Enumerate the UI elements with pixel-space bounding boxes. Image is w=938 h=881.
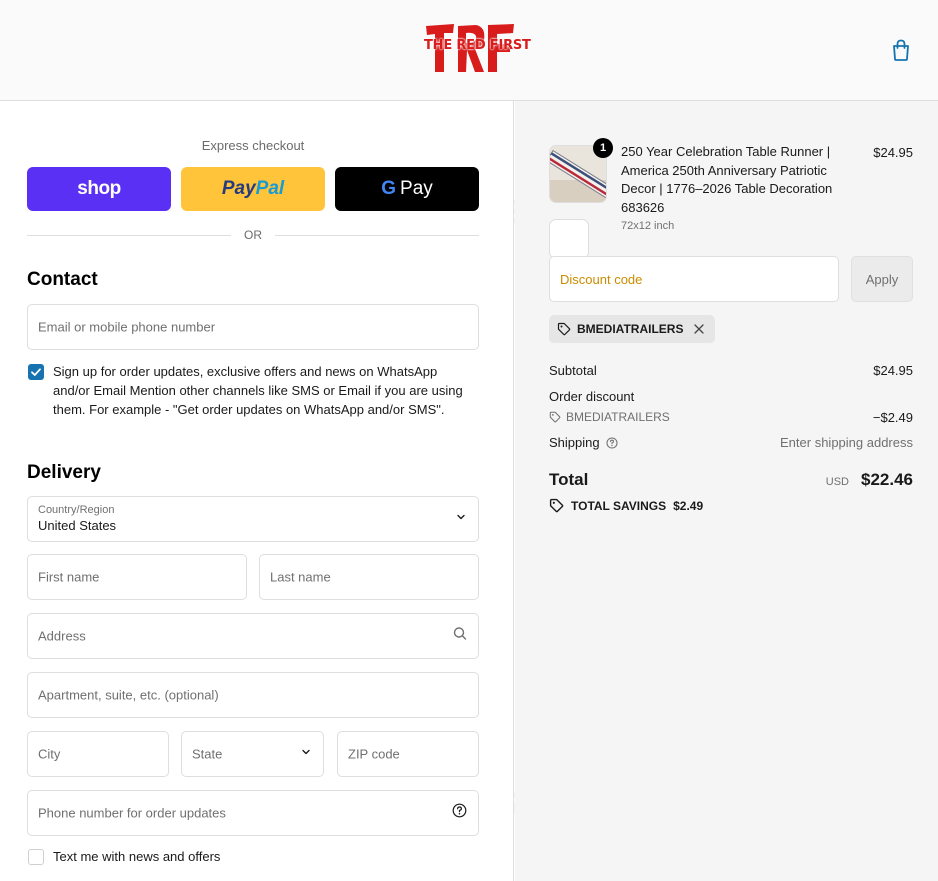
zip-field[interactable]: ZIP code: [337, 731, 479, 777]
shipping-row: Shipping Enter shipping address: [549, 435, 913, 450]
city-placeholder: City: [38, 746, 61, 762]
savings-value: $2.49: [673, 498, 704, 513]
tag-icon: [549, 498, 564, 513]
zip-placeholder: ZIP code: [348, 746, 400, 762]
text-me-label: Text me with news and offers: [53, 849, 221, 864]
product-variant: 72x12 inch: [621, 220, 675, 232]
phone-field[interactable]: Phone number for order updates: [27, 790, 479, 836]
tag-icon: [557, 322, 571, 336]
help-icon[interactable]: [452, 803, 467, 823]
email-field[interactable]: Email or mobile phone number: [27, 304, 479, 350]
help-icon[interactable]: [606, 436, 618, 449]
paypal-label-2: Pal: [255, 178, 285, 199]
or-divider: OR: [27, 228, 479, 242]
email-placeholder: Email or mobile phone number: [38, 319, 216, 335]
address-field[interactable]: Address: [27, 613, 479, 659]
chevron-down-icon: [300, 745, 312, 763]
site-header: THE RED FIRST: [0, 0, 938, 101]
shipping-value: Enter shipping address: [780, 435, 913, 450]
signup-label: Sign up for order updates, exclusive off…: [53, 364, 463, 417]
state-select[interactable]: State: [181, 731, 324, 777]
chevron-down-icon: [455, 510, 467, 528]
express-checkout-title: Express checkout: [201, 138, 305, 153]
checkout-form: Express checkout shop Pay Pal G Pay OR Co…: [0, 101, 514, 881]
paypal-label-1: Pay: [221, 178, 256, 199]
apartment-placeholder: Apartment, suite, etc. (optional): [38, 687, 219, 703]
total-value: $22.46: [861, 470, 913, 489]
apply-button[interactable]: Apply: [851, 256, 913, 302]
subtotal-value: $24.95: [873, 363, 913, 378]
applied-code-chip: BMEDIATRAILERS: [549, 315, 716, 343]
product-price: $24.95: [873, 145, 913, 160]
last-name-placeholder: Last name: [270, 569, 331, 585]
store-logo[interactable]: THE RED FIRST: [424, 20, 531, 76]
subtotal-label: Subtotal: [549, 363, 597, 378]
total-label: Total: [549, 470, 589, 489]
google-g-icon: G: [381, 178, 397, 199]
subtotal-row: Subtotal $24.95: [549, 363, 913, 378]
total-row: Total USD $22.46: [549, 470, 913, 490]
order-discount-row: Order discount: [549, 389, 913, 404]
discount-code-field[interactable]: Discount code: [549, 256, 839, 302]
product-thumbnail-secondary: [549, 219, 589, 259]
logo-text: THE RED FIRST: [424, 38, 531, 53]
apartment-field[interactable]: Apartment, suite, etc. (optional): [27, 672, 479, 718]
savings-label: TOTAL SAVINGS: [571, 498, 667, 513]
last-name-field[interactable]: Last name: [259, 554, 479, 600]
total-savings: TOTAL SAVINGS $2.49: [549, 498, 703, 513]
address-placeholder: Address: [38, 628, 86, 644]
shop-pay-button[interactable]: shop: [27, 167, 171, 211]
shipping-label: Shipping: [549, 435, 600, 450]
paypal-button[interactable]: Pay Pal: [181, 167, 325, 211]
country-select[interactable]: Country/Region United States: [27, 496, 479, 542]
product-title: 250 Year Celebration Table Runner | Amer…: [621, 144, 833, 215]
order-summary: 1 250 Year Celebration Table Runner | Am…: [515, 101, 938, 881]
phone-placeholder: Phone number for order updates: [38, 805, 226, 821]
discount-code-label: BMEDIATRAILERS: [566, 410, 670, 424]
signup-checkbox[interactable]: [28, 364, 44, 380]
google-pay-button[interactable]: G Pay: [335, 167, 479, 211]
google-pay-label: Pay: [400, 178, 433, 199]
state-placeholder: State: [192, 746, 223, 762]
city-field[interactable]: City: [27, 731, 169, 777]
delivery-title: Delivery: [27, 462, 101, 483]
currency-label: USD: [825, 476, 849, 488]
country-value: United States: [38, 518, 117, 533]
check-icon: [31, 368, 41, 376]
order-discount-label: Order discount: [549, 389, 635, 404]
shop-pay-label: shop: [77, 178, 121, 199]
country-label: Country/Region: [38, 504, 115, 516]
discount-code-row: BMEDIATRAILERS −$2.49: [549, 410, 913, 426]
first-name-field[interactable]: First name: [27, 554, 247, 600]
first-name-placeholder: First name: [38, 569, 100, 585]
shopping-bag-icon[interactable]: [890, 38, 912, 62]
search-icon[interactable]: [453, 627, 467, 646]
discount-placeholder: Discount code: [560, 272, 643, 287]
tag-icon: [549, 411, 561, 423]
applied-code-label: BMEDIATRAILERS: [577, 322, 684, 336]
quantity-badge: 1: [593, 138, 613, 158]
discount-value: −$2.49: [872, 410, 913, 425]
contact-title: Contact: [27, 269, 98, 290]
text-me-checkbox[interactable]: [28, 849, 44, 865]
remove-code-icon[interactable]: [693, 323, 705, 335]
